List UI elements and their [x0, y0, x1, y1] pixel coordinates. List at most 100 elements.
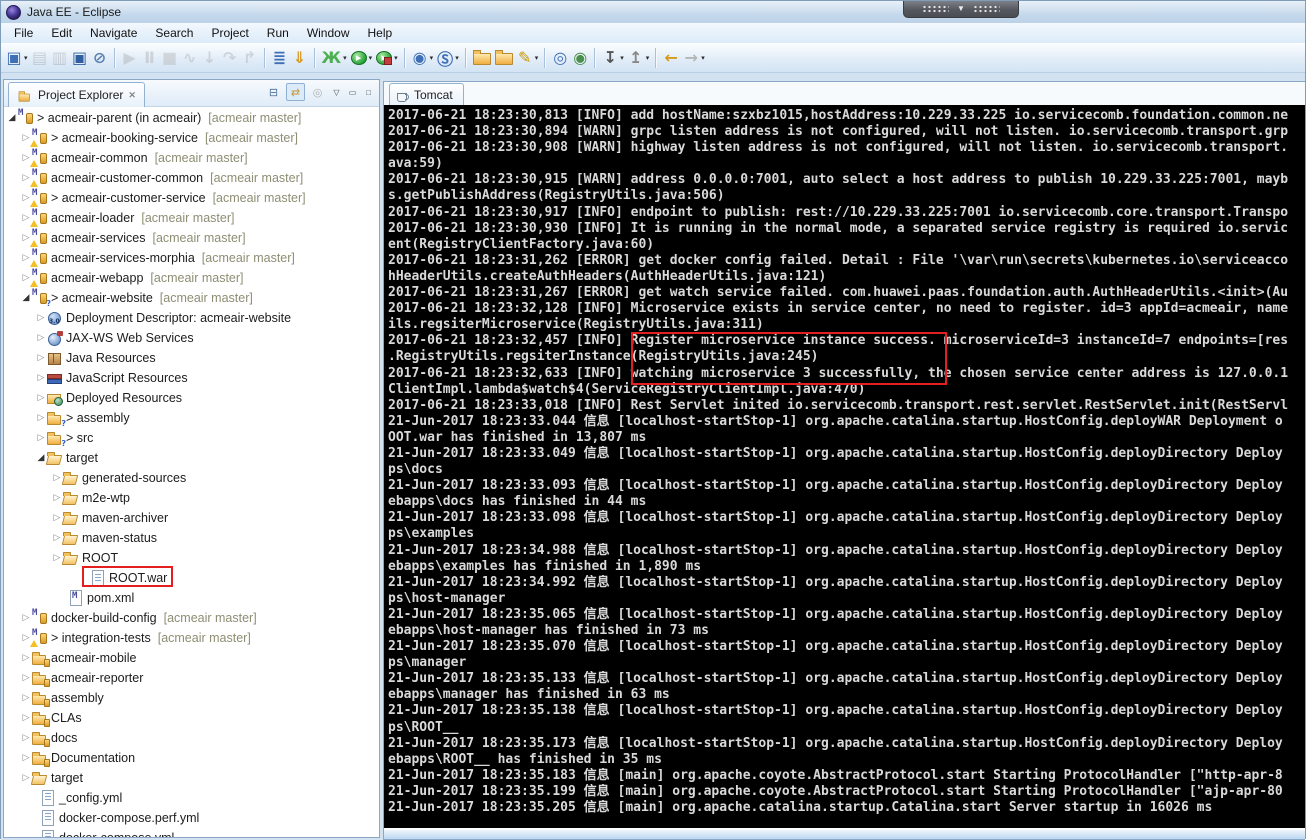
skip-all-breakpoints-button[interactable]: ⊘ [91, 48, 109, 67]
tree-item-documentation[interactable]: ▷ Documentation [4, 748, 379, 768]
tree-item-deployment-descriptor-acmeair-website[interactable]: ▷ Deployment Descriptor: acmeair-website [4, 308, 379, 328]
tree-item-target[interactable]: ▷ target [4, 768, 379, 788]
disconnect-button[interactable]: ∿ [181, 48, 199, 67]
tree-item-assembly[interactable]: ▷? > assembly [4, 408, 379, 428]
tree-item-m2e-wtp[interactable]: ▷ m2e-wtp [4, 488, 379, 508]
expanded-arrow-icon[interactable]: ◢ [20, 293, 32, 303]
tree-item-javascript-resources[interactable]: ▷ JavaScript Resources [4, 368, 379, 388]
tree-item-maven-status[interactable]: ▷ maven-status [4, 528, 379, 548]
next-annotation-button[interactable]: ↧ ▾ [601, 48, 625, 67]
tree-item-target[interactable]: ◢ target [4, 448, 379, 468]
collapsed-arrow-icon[interactable]: ▷ [51, 553, 63, 563]
close-icon[interactable]: ✕ [128, 90, 136, 101]
expanded-arrow-icon[interactable]: ◢ [6, 113, 18, 123]
new-wizard-button[interactable]: ▣ ▾ [5, 48, 29, 67]
tree-item-integration-tests[interactable]: ▷> integration-tests[acmeair master] [4, 628, 379, 648]
tree-item-docker-build-config[interactable]: ▷ docker-build-config [acmeair master] [4, 608, 379, 628]
tree-item-acmeair-booking-service[interactable]: ▷> acmeair-booking-service[acmeair maste… [4, 128, 379, 148]
tab-tomcat-console[interactable]: Tomcat [389, 83, 464, 106]
console-view-button[interactable]: ▣ [71, 48, 89, 67]
new-soap-service-button[interactable]: Ⓢ ▾ [436, 49, 460, 69]
collapsed-arrow-icon[interactable]: ▷ [35, 393, 47, 403]
dropdown-arrow-icon[interactable]: ▾ [535, 54, 539, 62]
dropdown-arrow-icon[interactable]: ▾ [24, 54, 28, 62]
back-button[interactable]: ← [662, 48, 680, 67]
collapsed-arrow-icon[interactable]: ▷ [20, 773, 32, 783]
collapsed-arrow-icon[interactable]: ▷ [35, 373, 47, 383]
menu-project[interactable]: Project [202, 23, 257, 43]
save-all-button[interactable]: ▥ [51, 48, 69, 67]
save-button[interactable]: ▤ [31, 48, 49, 67]
collapsed-arrow-icon[interactable]: ▷ [35, 333, 47, 343]
tree-item-acmeair-parent-in-acmeair-[interactable]: ◢ > acmeair-parent (in acmeair) [acmeair m… [4, 108, 379, 128]
tree-item-clas[interactable]: ▷ CLAs [4, 708, 379, 728]
tree-item-pom-xml[interactable]: pom.xml [4, 588, 379, 608]
collapsed-arrow-icon[interactable]: ▷ [51, 513, 63, 523]
tree-item-docker-compose-perf-yml[interactable]: docker-compose.perf.yml [4, 808, 379, 828]
collapse-all-button[interactable]: ⊟ [264, 83, 283, 101]
link-with-editor-button[interactable]: ⇄ [286, 83, 305, 101]
view-menu-button[interactable]: ▽ [330, 83, 343, 101]
menu-help[interactable]: Help [359, 23, 402, 43]
run-last-launched-button[interactable]: ≣ [271, 48, 289, 67]
dropdown-arrow-icon[interactable]: ▾ [394, 54, 398, 62]
remote-control-bar[interactable]: ▼ [903, 1, 1019, 18]
tree-item-acmeair-loader[interactable]: ▷acmeair-loader[acmeair master] [4, 208, 379, 228]
project-tree[interactable]: ◢> acmeair-parent (in acmeair)[acmeair m… [4, 106, 379, 837]
dropdown-arrow-icon[interactable]: ▾ [620, 54, 624, 62]
menu-window[interactable]: Window [298, 23, 359, 43]
dropdown-arrow-icon[interactable]: ▾ [430, 54, 434, 62]
collapsed-arrow-icon[interactable]: ▷ [35, 433, 47, 443]
tree-item-java-resources[interactable]: ▷ Java Resources [4, 348, 379, 368]
resume-button[interactable]: ▶ [121, 48, 139, 67]
new-web-service-button[interactable]: ◉ ▾ [411, 48, 435, 67]
tree-item-acmeair-services-morphia[interactable]: ▷acmeair-services-morphia[acmeair master… [4, 248, 379, 268]
collapsed-arrow-icon[interactable]: ▷ [51, 533, 63, 543]
tree-item-acmeair-services[interactable]: ▷acmeair-services[acmeair master] [4, 228, 379, 248]
run-button[interactable]: ▶ ▾ [350, 50, 374, 66]
menu-search[interactable]: Search [146, 23, 202, 43]
coverage-button[interactable]: ▶ ▾ [375, 50, 399, 66]
tree-item-docker-compose-yml[interactable]: docker-compose.yml [4, 828, 379, 837]
dropdown-arrow-icon[interactable]: ▾ [455, 54, 459, 62]
tree-item-acmeair-common[interactable]: ▷acmeair-common[acmeair master] [4, 148, 379, 168]
tree-item--config-yml[interactable]: _config.yml [4, 788, 379, 808]
collapsed-arrow-icon[interactable]: ▷ [20, 733, 32, 743]
collapsed-arrow-icon[interactable]: ▷ [20, 753, 32, 763]
menu-edit[interactable]: Edit [42, 23, 81, 43]
tab-project-explorer[interactable]: Project Explorer ✕ [8, 82, 145, 107]
tree-item-acmeair-mobile[interactable]: ▷ acmeair-mobile [4, 648, 379, 668]
dropdown-arrow-icon[interactable]: ▾ [343, 54, 347, 62]
menu-navigate[interactable]: Navigate [81, 23, 146, 43]
tree-item-assembly[interactable]: ▷ assembly [4, 688, 379, 708]
collapsed-arrow-icon[interactable]: ▷ [20, 693, 32, 703]
tree-item-docs[interactable]: ▷ docs [4, 728, 379, 748]
tree-item-acmeair-customer-common[interactable]: ▷acmeair-customer-common[acmeair master] [4, 168, 379, 188]
console-bottom-scrollbar[interactable] [384, 828, 1305, 839]
tree-item-generated-sources[interactable]: ▷ generated-sources [4, 468, 379, 488]
collapsed-arrow-icon[interactable]: ▷ [35, 413, 47, 423]
external-tools-button[interactable]: ✎ ▾ [516, 48, 540, 67]
tree-item-root[interactable]: ▷ ROOT [4, 548, 379, 568]
collapsed-arrow-icon[interactable]: ▷ [35, 313, 47, 323]
tree-item-maven-archiver[interactable]: ▷ maven-archiver [4, 508, 379, 528]
focus-on-active-task-button[interactable]: ◎ [308, 83, 327, 101]
expanded-arrow-icon[interactable]: ◢ [35, 453, 47, 463]
minimize-button[interactable]: ▭ [346, 83, 359, 101]
previous-annotation-button[interactable]: ↥ ▾ [627, 48, 651, 67]
debug-button[interactable]: Ж ▾ [321, 48, 348, 67]
import-folder-button[interactable] [472, 49, 492, 66]
collapsed-arrow-icon[interactable]: ▷ [20, 613, 32, 623]
dropdown-arrow-icon[interactable]: ▾ [646, 54, 650, 62]
dropdown-arrow-icon[interactable]: ▾ [369, 54, 373, 62]
collapsed-arrow-icon[interactable]: ▷ [20, 653, 32, 663]
tree-item-acmeair-customer-service[interactable]: ▷> acmeair-customer-service[acmeair mast… [4, 188, 379, 208]
suspend-button[interactable]: Ⅱ [141, 48, 159, 67]
terminate-button[interactable]: ■ [161, 48, 179, 67]
collapsed-arrow-icon[interactable]: ▷ [51, 473, 63, 483]
collapsed-arrow-icon[interactable]: ▷ [20, 673, 32, 683]
chevron-down-icon[interactable]: ▼ [957, 5, 965, 13]
forward-button[interactable]: → ▾ [682, 48, 706, 67]
menu-run[interactable]: Run [258, 23, 298, 43]
drop-to-frame-button[interactable]: ⇓ [291, 48, 309, 67]
